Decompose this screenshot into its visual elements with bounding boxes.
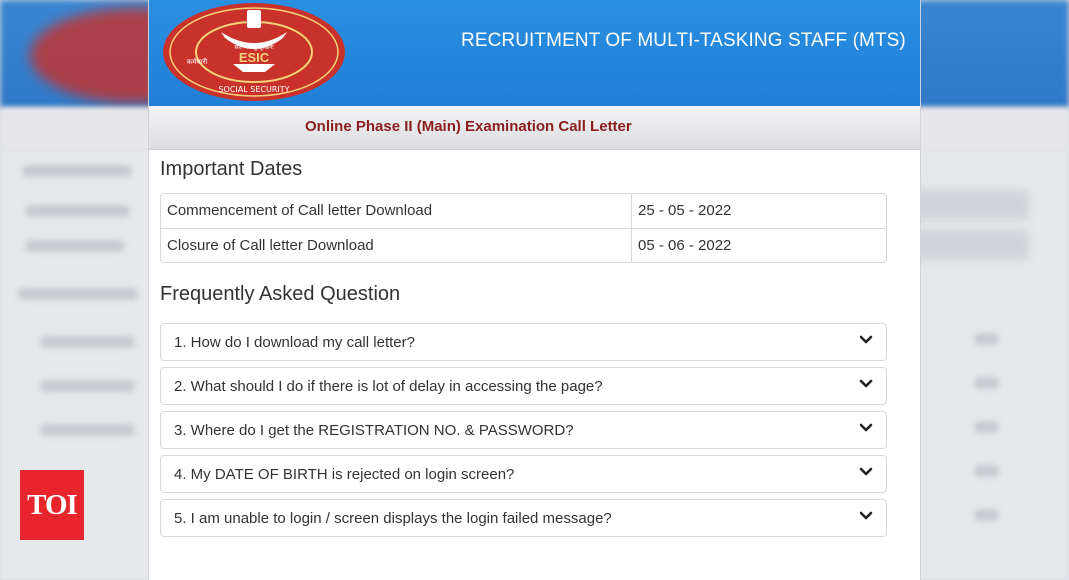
subheader-title: Online Phase II (Main) Examination Call … [305,118,632,135]
date-label: Closure of Call letter Download [161,229,632,262]
blurred-line [40,336,135,348]
main-panel: ESIC SOCIAL SECURITY सर्वे भवन्तु सुखिनः… [148,0,921,580]
blurred-line [974,377,999,389]
logo-left-text: कर्मचारी [187,57,208,66]
date-label: Commencement of Call letter Download [161,194,632,228]
blurred-panel [909,190,1029,220]
blurred-line [40,424,135,436]
faq-question: 3. Where do I get the REGISTRATION NO. &… [174,422,574,439]
faq-item-2[interactable]: 2. What should I do if there is lot of d… [160,367,887,405]
important-dates-heading: Important Dates [160,158,303,180]
blurred-line [40,380,135,392]
blurred-line [974,421,999,433]
blurred-panel [909,230,1029,260]
chevron-down-icon [859,511,873,520]
faq-item-5[interactable]: 5. I am unable to login / screen display… [160,499,887,537]
faq-item-3[interactable]: 3. Where do I get the REGISTRATION NO. &… [160,411,887,449]
blurred-line [18,288,138,300]
logo-top-text: सर्वे भवन्तु सुखिनः [234,43,274,51]
faq-item-1[interactable]: 1. How do I download my call letter? [160,323,887,361]
faq-question: 1. How do I download my call letter? [174,334,415,351]
chevron-down-icon [859,335,873,344]
blurred-line [974,465,999,477]
chevron-down-icon [859,467,873,476]
date-value: 25 - 05 - 2022 [638,202,732,219]
table-row: Closure of Call letter Download 05 - 06 … [161,228,886,262]
toi-badge: TOI [20,470,84,540]
logo-right-text: SOCIAL SECURITY [218,85,289,94]
blurred-line [974,333,999,345]
date-value: 05 - 06 - 2022 [638,237,732,254]
blurred-line [25,205,130,217]
blurred-line [25,240,125,252]
page-header: ESIC SOCIAL SECURITY सर्वे भवन्तु सुखिनः… [149,0,920,106]
table-row: Commencement of Call letter Download 25 … [161,194,886,228]
faq-item-4[interactable]: 4. My DATE OF BIRTH is rejected on login… [160,455,887,493]
esic-logo: ESIC SOCIAL SECURITY सर्वे भवन्तु सुखिनः… [163,3,345,101]
blurred-line [974,509,999,521]
logo-text: ESIC [239,50,270,65]
chevron-down-icon [859,379,873,388]
blurred-line [22,165,132,177]
page-title: RECRUITMENT OF MULTI-TASKING STAFF (MTS) [461,30,906,51]
faq-question: 5. I am unable to login / screen display… [174,510,612,527]
faq-question: 4. My DATE OF BIRTH is rejected on login… [174,466,515,483]
faq-question: 2. What should I do if there is lot of d… [174,378,603,395]
important-dates-table: Commencement of Call letter Download 25 … [160,193,887,263]
subheader-bar: Online Phase II (Main) Examination Call … [149,106,920,150]
faq-heading: Frequently Asked Question [160,283,401,305]
chevron-down-icon [859,423,873,432]
